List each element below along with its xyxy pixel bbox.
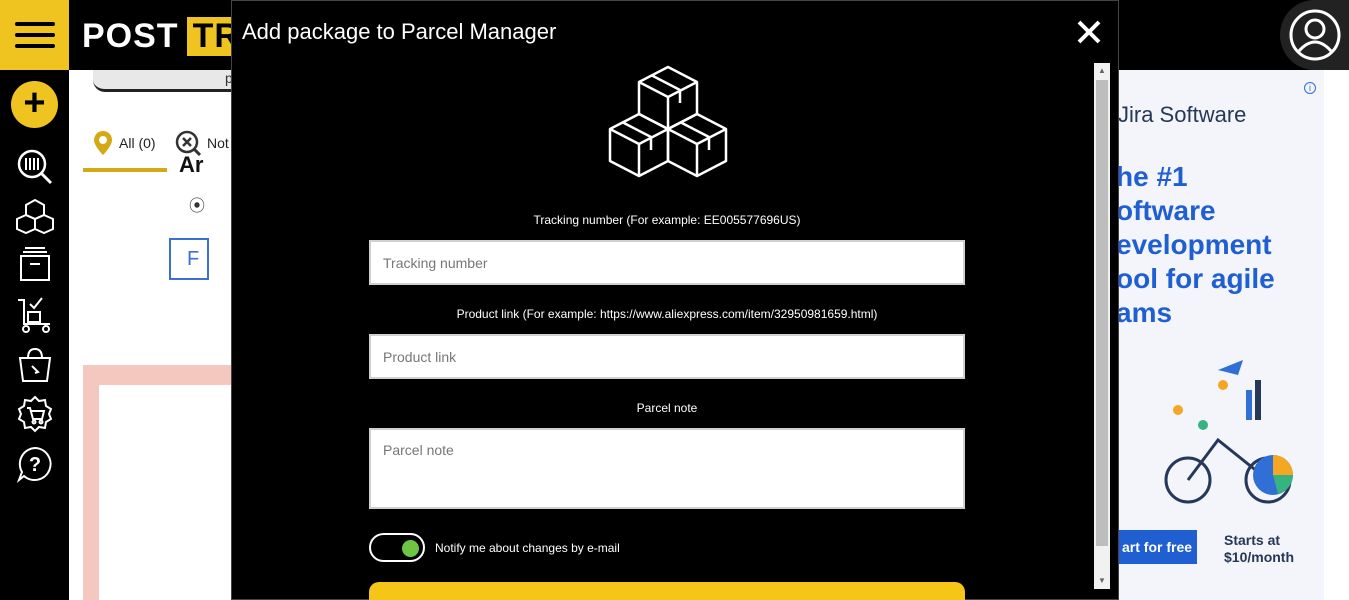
shopping-cart-icon[interactable] — [16, 395, 54, 433]
barcode-search-icon[interactable] — [16, 148, 54, 186]
notify-email-toggle[interactable] — [369, 533, 425, 562]
product-link-label: Product link (For example: https://www.a… — [456, 307, 878, 321]
search-pill[interactable]: p — [93, 70, 253, 92]
shopping-bag-icon[interactable] — [16, 346, 54, 384]
ad-cta-button[interactable]: art for free — [1118, 530, 1197, 564]
scroll-down-arrow-icon[interactable]: ▼ — [1094, 573, 1110, 589]
ad-illustration — [1164, 360, 1293, 504]
ad-price: Starts at $10/month — [1224, 532, 1295, 565]
hamburger-icon[interactable] — [0, 0, 69, 70]
svg-text:?: ? — [29, 454, 41, 476]
promo-card-button[interactable]: F — [169, 238, 209, 280]
scroll-thumb[interactable] — [1096, 80, 1108, 546]
location-pin-icon — [94, 131, 112, 155]
add-package-submit-button[interactable] — [369, 582, 965, 600]
promo-card-radio[interactable]: ⦿ — [189, 192, 205, 216]
active-filter-underline — [83, 168, 167, 172]
boxes-icon — [608, 65, 728, 178]
notify-email-label: Notify me about changes by e-mail — [435, 541, 620, 555]
close-icon[interactable] — [1074, 17, 1104, 47]
advertisement[interactable]: Jira Software he #1 oftware evelopment o… — [1118, 70, 1324, 600]
delivery-truck-icon[interactable] — [16, 296, 54, 334]
add-package-button[interactable]: + — [11, 81, 58, 128]
user-avatar-icon[interactable] — [1280, 0, 1349, 70]
filter-all[interactable]: All (0) — [83, 130, 167, 172]
ad-headline: he #1 oftware evelopment ool for agile a… — [1118, 161, 1275, 328]
info-icon[interactable]: i — [1304, 82, 1316, 94]
scroll-up-arrow-icon[interactable]: ▲ — [1094, 63, 1110, 79]
help-icon[interactable]: ? — [16, 445, 54, 484]
tracking-number-input[interactable] — [369, 240, 965, 285]
ad-brand: Jira Software — [1118, 102, 1247, 127]
logo-text-post: POST — [82, 16, 179, 55]
logo[interactable]: POST TR — [82, 14, 246, 58]
product-link-input[interactable] — [369, 334, 965, 379]
tracking-number-label: Tracking number (For example: EE00557769… — [533, 213, 801, 227]
add-package-modal: Add package to Parcel Manager Tracking n… — [231, 0, 1119, 600]
parcel-note-textarea[interactable] — [369, 428, 965, 509]
toggle-knob — [402, 540, 419, 557]
modal-scrollbar[interactable]: ▲ ▼ — [1094, 63, 1110, 589]
modal-title: Add package to Parcel Manager — [242, 19, 557, 44]
promo-card-title: Ar — [179, 152, 204, 177]
filter-all-label: All (0) — [119, 135, 156, 151]
filter-not-label: Not — [207, 135, 229, 151]
boxes-icon[interactable] — [16, 197, 54, 235]
archive-icon[interactable] — [16, 246, 54, 284]
parcel-note-label: Parcel note — [636, 401, 698, 415]
sidebar: + ? — [0, 70, 69, 600]
